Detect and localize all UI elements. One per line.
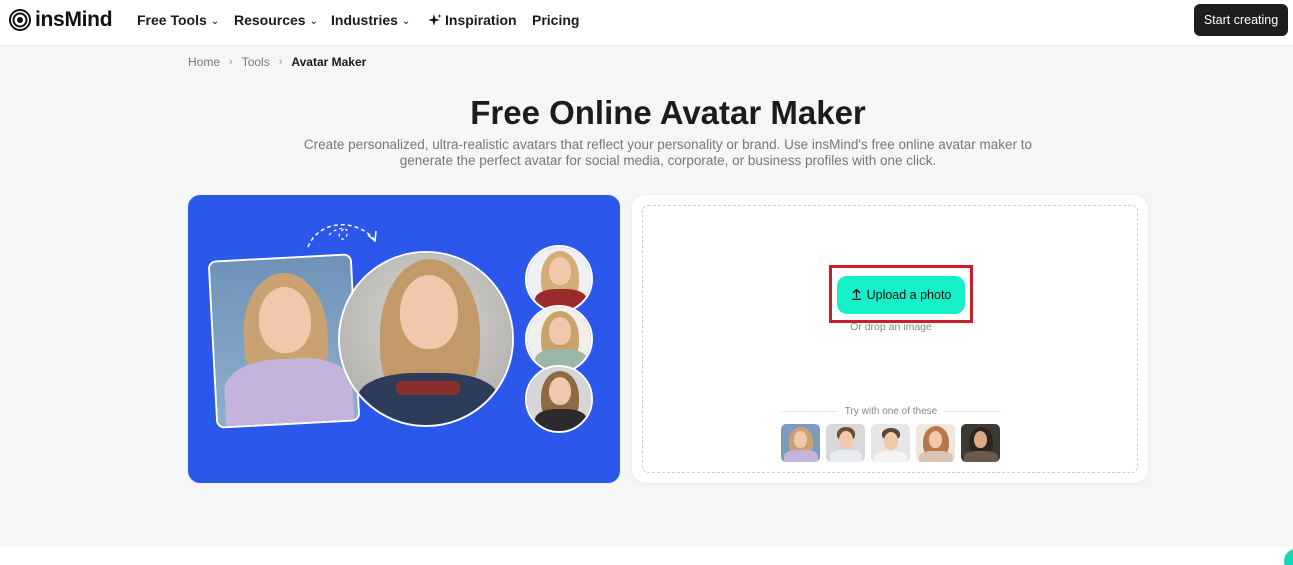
breadcrumb-home[interactable]: Home [188,55,220,69]
upload-panel: Upload a photo Or drop an image Try with… [632,195,1148,483]
drop-hint: Or drop an image [850,321,932,333]
sample-image-3[interactable] [871,424,910,462]
upload-photo-button[interactable]: Upload a photo [837,276,965,314]
try-samples-label: Try with one of these [844,406,938,417]
nav-industries-label: Industries [331,12,398,28]
page-title: Free Online Avatar Maker [470,94,866,131]
avatar-style-3 [525,365,593,433]
upload-icon [851,288,862,303]
breadcrumb-current: Avatar Maker [291,55,367,69]
logo-icon [9,9,31,31]
nav-inspiration-label: Inspiration [445,12,517,28]
start-creating-button[interactable]: Start creating [1194,4,1288,36]
curved-arrow-icon [307,224,377,248]
logo[interactable]: insMind [9,8,113,32]
chevron-down-icon: ⌄ [309,15,318,27]
breadcrumb-tools[interactable]: Tools [242,55,270,69]
image-dropzone[interactable]: Upload a photo Or drop an image Try with… [642,205,1138,473]
chevron-right-icon: › [278,56,283,68]
sample-image-2[interactable] [826,424,865,462]
divider-line [945,411,1002,412]
avatar-style-1 [525,245,593,313]
next-section [0,547,1293,565]
avatar-style-2 [525,305,593,373]
upload-photo-label: Upload a photo [866,288,952,302]
sparkle-icon [427,13,442,28]
sample-image-1[interactable] [781,424,820,462]
nav-pricing[interactable]: Pricing [532,12,579,28]
nav-resources[interactable]: Resources ⌄ [234,12,318,28]
sample-image-5[interactable] [961,424,1000,462]
chevron-right-icon: › [229,56,233,68]
chevron-down-icon: ⌄ [210,15,220,27]
nav-pricing-label: Pricing [532,12,580,28]
logo-text: insMind [35,8,113,31]
nav-industries[interactable]: Industries ⌄ [331,12,410,28]
top-navigation: insMind Free Tools ⌄ Resources ⌄ Industr… [0,0,1293,46]
chevron-down-icon: ⌄ [401,15,411,27]
nav-free-tools-label: Free Tools [137,12,207,28]
try-samples-divider: Try with one of these [781,406,1002,417]
avatar-showcase-image [188,195,620,483]
breadcrumb: Home › Tools › Avatar Maker [188,55,366,69]
nav-resources-label: Resources [234,12,306,28]
nav-inspiration[interactable]: Inspiration [427,12,517,28]
sample-images [781,424,1000,462]
page-subtitle: Create personalized, ultra-realistic ava… [288,137,1048,169]
divider-line [781,411,837,412]
subtitle-line-2: generate the perfect avatar for social m… [399,153,937,168]
subtitle-line-1: Create personalized, ultra-realistic ava… [303,137,1033,152]
nav-free-tools[interactable]: Free Tools ⌄ [137,12,219,28]
sample-image-4[interactable] [916,424,955,462]
generated-avatar [338,251,514,427]
